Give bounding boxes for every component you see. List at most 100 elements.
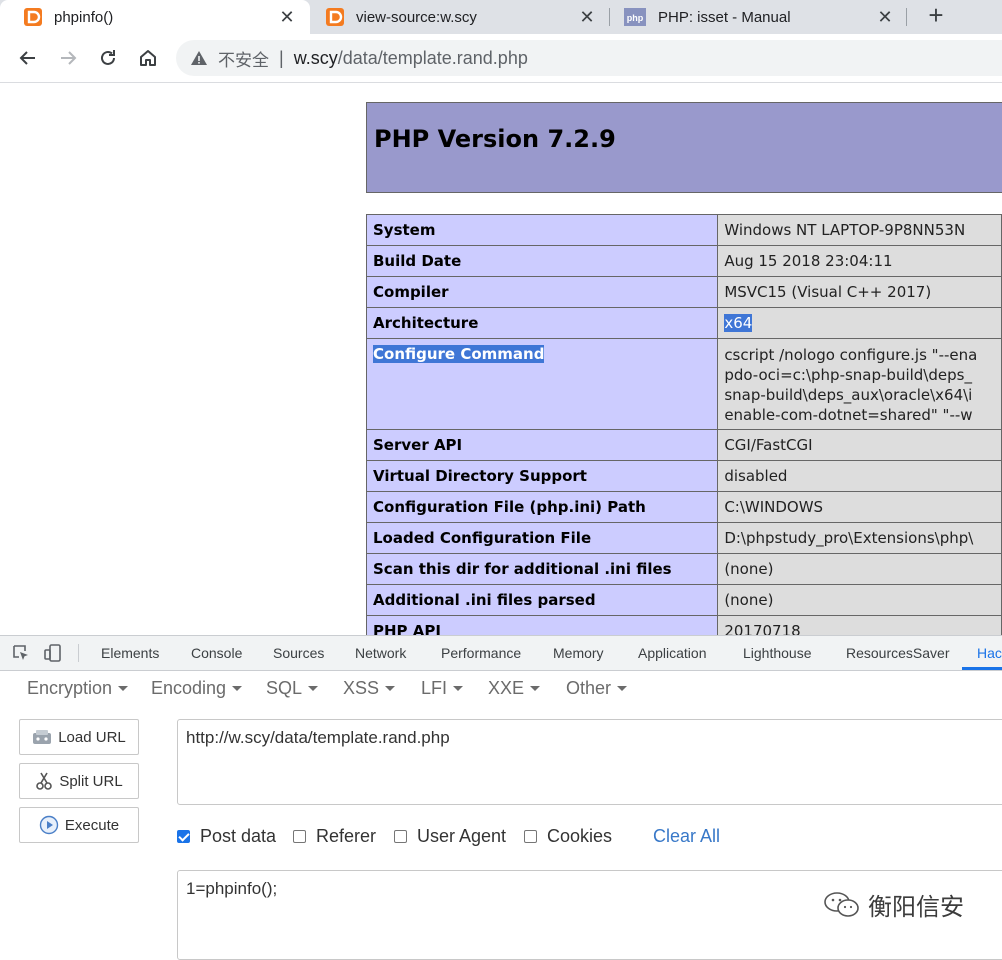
device-toolbar-icon[interactable]: [44, 644, 62, 662]
scissors-icon: [36, 772, 53, 790]
tab-title: view-source:w.scy: [356, 8, 477, 26]
table-row: Loaded Configuration File D:\phpstudy_pr…: [365, 522, 1002, 554]
row-key: PHP API: [365, 615, 719, 635]
load-icon: [33, 730, 52, 744]
clear-all-link[interactable]: Clear All: [653, 826, 720, 847]
watermark-text: 衡阳信安: [868, 893, 964, 921]
checkbox-icon[interactable]: [394, 830, 407, 843]
forward-button[interactable]: [54, 44, 82, 72]
new-tab-button[interactable]: +: [922, 0, 950, 34]
svg-text:php: php: [627, 13, 644, 23]
address-bar[interactable]: 不安全 | w.scy/data/template.rand.php: [176, 40, 1002, 76]
tab-view-source[interactable]: view-source:w.scy ✕: [302, 0, 610, 34]
phpinfo-table: System Windows NT LAPTOP-9P8NN53N Build …: [365, 214, 1002, 635]
row-value: x64: [717, 307, 1002, 339]
menu-sql[interactable]: SQL: [266, 678, 319, 699]
split-url-label: Split URL: [59, 772, 123, 790]
wechat-icon: [824, 891, 859, 917]
close-icon[interactable]: ✕: [876, 7, 894, 28]
row-key: Build Date: [365, 245, 719, 277]
table-row: Additional .ini files parsed (none): [365, 584, 1002, 616]
table-row: Scan this dir for additional .ini files …: [365, 553, 1002, 585]
inspect-element-icon[interactable]: [12, 644, 30, 662]
tab-separator: [906, 8, 907, 26]
table-row: Virtual Directory Support disabled: [365, 460, 1002, 492]
referer-checkbox[interactable]: Referer: [293, 826, 376, 847]
row-key: Configuration File (php.ini) Path: [365, 491, 719, 523]
table-row: Architecture x64: [365, 307, 1002, 339]
checkbox-icon[interactable]: [293, 830, 306, 843]
tab-elements[interactable]: Elements: [101, 645, 159, 661]
menu-other[interactable]: Other: [566, 678, 628, 699]
watermark: 衡阳信安: [822, 887, 964, 922]
row-key: Scan this dir for additional .ini files: [365, 553, 719, 585]
reload-icon: [101, 50, 115, 65]
hackbar-menu: Encryption Encoding SQL XSS LFI XXE Othe…: [0, 670, 1002, 706]
execute-button[interactable]: Execute: [19, 807, 139, 843]
tab-console[interactable]: Console: [191, 645, 242, 661]
tab-lighthouse[interactable]: Lighthouse: [743, 645, 812, 661]
execute-label: Execute: [64, 816, 120, 834]
row-value: D:\phpstudy_pro\Extensions\php\: [717, 522, 1002, 554]
caret-down-icon: [118, 686, 129, 691]
row-key: System: [365, 214, 719, 246]
menu-encryption[interactable]: Encryption: [27, 678, 129, 699]
arrow-right-icon: [61, 51, 77, 65]
home-button[interactable]: [134, 44, 162, 72]
security-label[interactable]: 不安全: [218, 46, 269, 71]
close-icon[interactable]: ✕: [278, 7, 296, 28]
page-title: PHP Version 7.2.9: [374, 125, 616, 153]
row-value: disabled: [717, 460, 1002, 492]
url-textarea[interactable]: http://w.scy/data/template.rand.php: [177, 719, 1002, 805]
tab-application[interactable]: Application: [638, 645, 707, 661]
close-icon[interactable]: ✕: [578, 7, 596, 28]
tab-hackbar[interactable]: Hac: [977, 645, 1002, 661]
row-value: (none): [717, 584, 1002, 616]
selected-text: Configure Command: [373, 345, 545, 363]
caret-down-icon: [232, 686, 243, 691]
row-key: Configure Command: [365, 338, 719, 430]
php-icon: php: [624, 8, 646, 26]
load-url-button[interactable]: Load URL: [19, 719, 139, 755]
devtools-panel: Elements Console Sources Network Perform…: [0, 635, 1002, 960]
row-key: Virtual Directory Support: [365, 460, 719, 492]
menu-encoding[interactable]: Encoding: [151, 678, 243, 699]
table-row: Compiler MSVC15 (Visual C++ 2017): [365, 276, 1002, 308]
play-icon: [39, 815, 59, 835]
row-key: Additional .ini files parsed: [365, 584, 719, 616]
caret-down-icon: [530, 686, 541, 691]
checkbox-checked-icon[interactable]: [177, 830, 190, 843]
tab-sources[interactable]: Sources: [273, 645, 324, 661]
tab-php-manual[interactable]: php PHP: isset - Manual ✕: [600, 0, 908, 34]
row-key: Architecture: [365, 307, 719, 339]
tab-phpinfo[interactable]: phpinfo() ✕: [0, 0, 310, 34]
post-data-checkbox[interactable]: Post data: [177, 826, 276, 847]
tab-resourcessaver[interactable]: ResourcesSaver: [846, 645, 950, 661]
table-row: Configuration File (php.ini) Path C:\WIN…: [365, 491, 1002, 523]
tab-memory[interactable]: Memory: [553, 645, 604, 661]
tab-performance[interactable]: Performance: [441, 645, 521, 661]
php-version-header: PHP Version 7.2.9: [366, 102, 1002, 193]
row-value: C:\WINDOWS: [717, 491, 1002, 523]
row-value: cscript /nologo configure.js "--ena pdo-…: [717, 338, 1002, 430]
page-content: PHP Version 7.2.9 System Windows NT LAPT…: [0, 83, 1002, 635]
arrow-left-icon: [19, 51, 35, 65]
user-agent-checkbox[interactable]: User Agent: [394, 826, 506, 847]
back-button[interactable]: [14, 44, 42, 72]
row-value: MSVC15 (Visual C++ 2017): [717, 276, 1002, 308]
table-row: Configure Command cscript /nologo config…: [365, 338, 1002, 430]
table-row: Server API CGI/FastCGI: [365, 429, 1002, 461]
row-value: 20170718: [717, 615, 1002, 635]
row-value: Windows NT LAPTOP-9P8NN53N: [717, 214, 1002, 246]
menu-xxe[interactable]: XXE: [488, 678, 541, 699]
caret-down-icon: [308, 686, 319, 691]
reload-button[interactable]: [94, 44, 122, 72]
url-path: /data/template.rand.php: [337, 47, 528, 68]
tab-network[interactable]: Network: [355, 645, 406, 661]
menu-lfi[interactable]: LFI: [421, 678, 464, 699]
cookies-checkbox[interactable]: Cookies: [524, 826, 612, 847]
row-key: Loaded Configuration File: [365, 522, 719, 554]
split-url-button[interactable]: Split URL: [19, 763, 139, 799]
checkbox-icon[interactable]: [524, 830, 537, 843]
menu-xss[interactable]: XSS: [343, 678, 396, 699]
